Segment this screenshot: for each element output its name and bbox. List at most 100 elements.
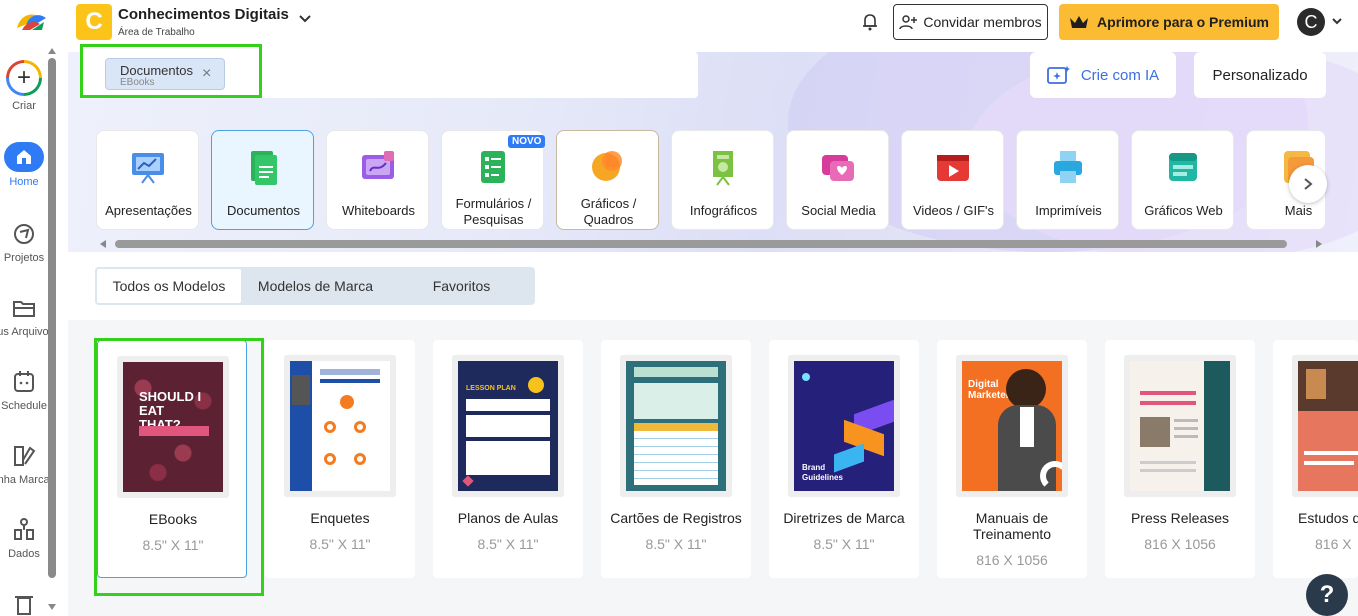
template-thumbnail — [1124, 355, 1236, 497]
printer-icon — [1054, 151, 1082, 183]
video-icon — [937, 155, 969, 181]
category-charts[interactable]: Gráficos / Quadros — [556, 130, 659, 230]
sidebar-item-label: Minha Marca — [0, 474, 48, 486]
bell-icon[interactable] — [860, 12, 880, 32]
category-label: Mais — [1284, 203, 1313, 218]
template-card-brand-guidelines[interactable]: Brand Guidelines Diretrizes de Marca 8.5… — [769, 340, 919, 578]
category-label: Gráficos Web — [1144, 203, 1223, 218]
highlight-box — [80, 44, 262, 98]
sidebar-item-data[interactable]: Dados — [0, 516, 48, 560]
app-logo[interactable] — [14, 8, 48, 34]
template-size: 8.5" X 11" — [645, 536, 707, 552]
sidebar-item-create[interactable]: + Criar — [0, 60, 48, 112]
social-media-icon — [822, 155, 854, 181]
template-thumbnail: LESSON PLAN — [452, 355, 564, 497]
sidebar-scroll-down-icon[interactable] — [48, 604, 56, 610]
scroll-left-icon[interactable] — [100, 240, 106, 248]
category-whiteboards[interactable]: Whiteboards — [326, 130, 429, 230]
workspace-name[interactable]: Conhecimentos Digitais — [118, 6, 289, 23]
trash-icon — [15, 596, 33, 615]
template-card-press-releases[interactable]: Press Releases 816 X 1056 — [1105, 340, 1255, 578]
sidebar: + Criar Home Projetos Meus Arquivos Sche… — [0, 0, 58, 616]
projects-icon — [14, 224, 34, 244]
document-icon — [251, 151, 277, 185]
category-label: Documentos — [227, 203, 300, 218]
sidebar-item-schedule[interactable]: Schedule — [0, 368, 48, 412]
sidebar-item-home[interactable]: Home — [0, 142, 48, 188]
thumbnail-title: LESSON PLAN — [466, 385, 516, 392]
category-documents[interactable]: Documentos — [211, 130, 314, 230]
folder-icon — [13, 301, 35, 317]
infographic-icon — [713, 151, 733, 186]
data-icon — [14, 518, 34, 540]
app-window: { "sidebar": { "items": [ {"label": "Cri… — [0, 0, 1358, 616]
web-graphics-icon — [1169, 153, 1197, 181]
upgrade-premium-button[interactable]: Aprimore para o Premium — [1059, 4, 1279, 40]
sidebar-item-files[interactable]: Meus Arquivos — [0, 294, 48, 338]
sidebar-scroll-up-icon[interactable] — [48, 48, 56, 54]
chevron-down-icon[interactable] — [1331, 15, 1343, 27]
template-size: 8.5" X 11" — [477, 536, 539, 552]
tab-brand-templates[interactable]: Modelos de Marca — [243, 267, 388, 305]
invite-members-button[interactable]: Convidar membros — [893, 4, 1048, 40]
chart-icon — [592, 151, 622, 181]
template-name: Press Releases — [1130, 510, 1230, 526]
template-name: Enquetes — [310, 510, 370, 526]
template-name: Cartões de Registros — [610, 510, 742, 526]
template-thumbnail: Digital Marketer — [956, 355, 1068, 497]
horizontal-scrollbar[interactable] — [115, 240, 1287, 248]
category-web-graphics[interactable]: Gráficos Web — [1131, 130, 1234, 230]
custom-size-button[interactable]: Personalizado — [1194, 52, 1326, 98]
invite-label: Convidar membros — [923, 14, 1042, 30]
template-name: Manuais de Treinamento — [972, 510, 1052, 542]
sidebar-item-label: Projetos — [3, 252, 45, 264]
template-size: 8.5" X 11" — [813, 536, 875, 552]
category-presentations[interactable]: Apresentações — [96, 130, 199, 230]
category-videos[interactable]: Videos / GIF's — [901, 130, 1004, 230]
plus-icon: + — [6, 60, 42, 96]
template-thumbnail — [284, 355, 396, 497]
next-categories-button[interactable] — [1289, 165, 1327, 203]
sidebar-item-label: Schedule — [1, 400, 47, 412]
template-tabs: Todos os Modelos Modelos de Marca Favori… — [95, 267, 535, 305]
sidebar-item-label: Home — [9, 176, 39, 188]
category-label: Videos / GIF's — [913, 203, 994, 218]
template-name: Planos de Aulas — [457, 510, 559, 526]
template-card-lesson-plans[interactable]: LESSON PLAN Planos de Aulas 8.5" X 11" — [433, 340, 583, 578]
template-card-record-cards[interactable]: Cartões de Registros 8.5" X 11" — [601, 340, 751, 578]
avatar[interactable]: C — [1297, 8, 1325, 36]
template-card-training-manuals[interactable]: Digital Marketer Manuais de Treinamento … — [937, 340, 1087, 578]
workspace-badge[interactable]: C — [76, 4, 112, 40]
ai-sparkle-icon — [1046, 66, 1070, 84]
template-thumbnail: Brand Guidelines — [788, 355, 900, 497]
template-card-case-studies[interactable]: Estudos de 816 X — [1273, 340, 1358, 578]
whiteboard-icon — [362, 151, 394, 179]
sidebar-scrollbar[interactable] — [48, 58, 56, 578]
create-with-ai-button[interactable]: Crie com IA — [1030, 52, 1176, 98]
template-thumbnail — [1292, 355, 1358, 497]
chevron-down-icon[interactable] — [298, 12, 312, 26]
sidebar-item-trash[interactable] — [0, 590, 48, 616]
scroll-right-icon[interactable] — [1316, 240, 1322, 248]
tab-favorites[interactable]: Favoritos — [388, 267, 535, 305]
sidebar-item-brand[interactable]: Minha Marca — [0, 442, 48, 486]
template-size: 816 X — [1315, 536, 1352, 552]
help-button[interactable]: ? — [1306, 574, 1348, 616]
template-card-surveys[interactable]: Enquetes 8.5" X 11" — [265, 340, 415, 578]
template-name: Diretrizes de Marca — [783, 510, 905, 526]
category-infographics[interactable]: Infográficos — [671, 130, 774, 230]
category-social-media[interactable]: Social Media — [786, 130, 889, 230]
ai-label: Crie com IA — [1080, 66, 1160, 84]
highlight-box — [94, 338, 264, 596]
tab-all-templates[interactable]: Todos os Modelos — [95, 267, 243, 305]
sidebar-item-label: Meus Arquivos — [0, 326, 48, 338]
category-forms[interactable]: NOVO Formulários / Pesquisas — [441, 130, 546, 230]
sidebar-item-projects[interactable]: Projetos — [0, 220, 48, 264]
template-thumbnail — [620, 355, 732, 497]
category-label: Imprimíveis — [1035, 203, 1102, 218]
category-printables[interactable]: Imprimíveis — [1016, 130, 1119, 230]
category-label: Whiteboards — [342, 203, 415, 218]
category-label: Social Media — [801, 203, 876, 218]
add-user-icon — [899, 15, 918, 30]
template-size: 816 X 1056 — [976, 552, 1048, 568]
